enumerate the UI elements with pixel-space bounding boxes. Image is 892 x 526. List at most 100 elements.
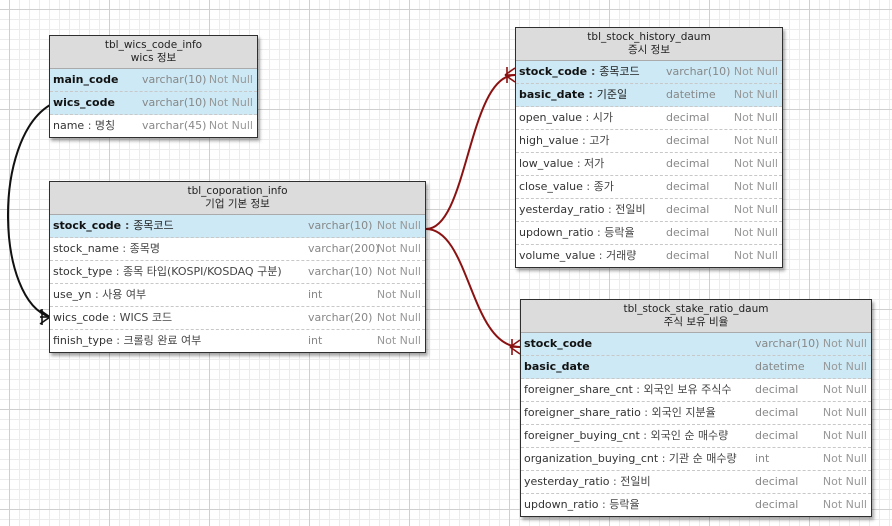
column-constraint: Not Null [822, 337, 867, 350]
entity-coporation-info[interactable]: tbl_coporation_info 기업 기본 정보 stock_code … [49, 181, 426, 353]
column-name: open_value [519, 111, 582, 124]
column-type: varchar(10) [142, 73, 207, 86]
pk-column-row[interactable]: wics_code varchar(10) Not Null [50, 92, 257, 115]
column-row[interactable]: foreigner_buying_cnt : 외국인 순 매수량 decimal N… [521, 425, 871, 448]
column-name-cell: organization_buying_cnt : 기관 순 매수량 [524, 448, 737, 470]
column-name: basic_date [524, 360, 590, 373]
column-constraint: Not Null [376, 219, 421, 232]
column-separator: : [582, 111, 593, 124]
column-constraint: Not Null [822, 429, 867, 442]
column-row[interactable]: finish_type : 크롤링 완료 여부 int Not Null [50, 330, 425, 352]
column-row[interactable]: wics_code : WICS 코드 varchar(20) Not Null [50, 307, 425, 330]
column-constraint: Not Null [822, 475, 867, 488]
column-type: decimal [666, 134, 710, 147]
column-name-cell: foreigner_buying_cnt : 외국인 순 매수량 [524, 425, 728, 447]
column-name: high_value [519, 134, 579, 147]
column-row[interactable]: close_value : 종가 decimal Not Null [516, 176, 782, 199]
column-comment: 고가 [589, 134, 610, 147]
column-row[interactable]: stock_name : 종목명 varchar(200) Not Null [50, 238, 425, 261]
entity-wics-code-info[interactable]: tbl_wics_code_info wics 정보 main_codevarc… [49, 35, 258, 138]
entity-comment: 기업 기본 정보 [205, 198, 270, 210]
column-separator: : [593, 226, 605, 239]
column-name-cell: use_yn : 사용 여부 [53, 284, 146, 306]
entity-stock-history-daum[interactable]: tbl_stock_history_daum 증시 정보 stock_code … [515, 27, 783, 268]
column-comment: 등락율 [604, 226, 635, 239]
column-row[interactable]: open_value : 시가 decimal Not Null [516, 107, 782, 130]
column-type: varchar(10) [308, 219, 373, 232]
column-comment: 외국인 지분율 [651, 406, 716, 419]
column-name-cell: wics_code [53, 92, 115, 114]
column-constraint: Not Null [376, 334, 421, 347]
entity-header[interactable]: tbl_coporation_info 기업 기본 정보 [50, 182, 425, 215]
entity-comment: wics 정보 [130, 52, 177, 64]
column-separator: : [658, 452, 669, 465]
column-name: foreigner_buying_cnt [524, 429, 640, 442]
column-name: main_code [53, 73, 119, 86]
erd-canvas[interactable]: tbl_wics_code_info wics 정보 main_codevarc… [0, 0, 892, 526]
entity-stock-stake-ratio-daum[interactable]: tbl_stock_stake_ratio_daum 주식 보유 비율 stoc… [520, 299, 872, 517]
pk-column-row[interactable]: main_code varchar(10) Not Null [50, 69, 257, 92]
column-row[interactable]: updown_ratio : 등락율 decimal Not Null [516, 222, 782, 245]
column-name: close_value [519, 180, 583, 193]
pk-column-row[interactable]: stock_code varchar(10) Not Null [521, 333, 871, 356]
column-separator: : [587, 65, 600, 78]
column-name-cell: yesterday_ratio : 전일비 [519, 199, 646, 221]
entity-comment: 증시 정보 [628, 44, 670, 56]
column-name: wics_code [53, 96, 115, 109]
column-list: main_code varchar(10) Not Null wics_code var… [50, 69, 257, 137]
column-constraint: Not Null [822, 383, 867, 396]
crows-foot-icon [509, 339, 521, 355]
column-row[interactable]: name : 명칭 varchar(45) Not Null [50, 115, 257, 137]
relation-wics-to-corp[interactable] [7, 104, 51, 318]
column-row[interactable]: yesterday_ratio : 전일비 decimal Not Null [516, 199, 782, 222]
column-name: stock_name [53, 242, 119, 255]
pk-column-row[interactable]: stock_code : 종목코드 varchar(10) Not Null [516, 61, 782, 84]
column-list: stock_code : 종목코드 varchar(10) Not Null stoc… [50, 215, 425, 352]
column-type: varchar(10) [755, 337, 820, 350]
column-separator: : [632, 383, 644, 396]
column-constraint: Not Null [733, 134, 778, 147]
column-type: datetime [666, 88, 716, 101]
pk-column-row[interactable]: basic_date datetime Not Null [521, 356, 871, 379]
column-comment: 외국인 순 매수량 [650, 429, 729, 442]
column-type: int [308, 288, 323, 301]
column-separator: : [573, 157, 585, 170]
column-name: foreigner_share_cnt [524, 383, 633, 396]
column-constraint: Not Null [733, 111, 778, 124]
column-row[interactable]: use_yn : 사용 여부 int Not Null [50, 284, 425, 307]
column-row[interactable]: volume_value : 거래량 decimal Not Null [516, 245, 782, 267]
column-type: int [308, 334, 323, 347]
entity-name: tbl_stock_stake_ratio_daum [623, 303, 769, 315]
column-row[interactable]: updown_ratio : 등락율 decimal Not Null [521, 494, 871, 516]
column-comment: 전일비 [620, 475, 651, 488]
column-row[interactable]: stock_type : 종목 타입(KOSPI/KOSDAQ 구분) varch… [50, 261, 425, 284]
column-row[interactable]: high_value : 고가 decimal Not Null [516, 130, 782, 153]
column-name: updown_ratio [524, 498, 599, 511]
relation-corp-to-stake[interactable] [425, 228, 521, 348]
entity-header[interactable]: tbl_stock_history_daum 증시 정보 [516, 28, 782, 61]
column-comment: 전일비 [615, 203, 646, 216]
column-constraint: Not Null [733, 249, 778, 262]
column-type: varchar(10) [142, 96, 207, 109]
column-row[interactable]: organization_buying_cnt : 기관 순 매수량 int Not… [521, 448, 871, 471]
column-type: decimal [666, 249, 710, 262]
column-name-cell: foreigner_share_cnt : 외국인 보유 주식수 [524, 379, 731, 401]
column-row[interactable]: foreigner_share_ratio : 외국인 지분율 decimal No… [521, 402, 871, 425]
column-row[interactable]: low_value : 저가 decimal Not Null [516, 153, 782, 176]
relation-corp-to-history[interactable] [425, 74, 516, 230]
entity-name: tbl_stock_history_daum [587, 31, 711, 43]
column-constraint: Not Null [208, 73, 253, 86]
entity-header[interactable]: tbl_stock_stake_ratio_daum 주식 보유 비율 [521, 300, 871, 333]
column-row[interactable]: foreigner_share_cnt : 외국인 보유 주식수 decimal N… [521, 379, 871, 402]
pk-column-row[interactable]: stock_code : 종목코드 varchar(10) Not Null [50, 215, 425, 238]
column-separator: : [121, 219, 134, 232]
column-row[interactable]: yesterday_ratio : 전일비 decimal Not Null [521, 471, 871, 494]
column-name-cell: main_code [53, 69, 118, 91]
column-constraint: Not Null [376, 311, 421, 324]
column-separator: : [84, 119, 95, 132]
column-name-cell: stock_code : 종목코드 [519, 61, 640, 83]
pk-column-row[interactable]: basic_date : 기준일 datetime Not Null [516, 84, 782, 107]
entity-header[interactable]: tbl_wics_code_info wics 정보 [50, 36, 257, 69]
column-constraint: Not Null [822, 360, 867, 373]
column-name: use_yn [53, 288, 92, 301]
